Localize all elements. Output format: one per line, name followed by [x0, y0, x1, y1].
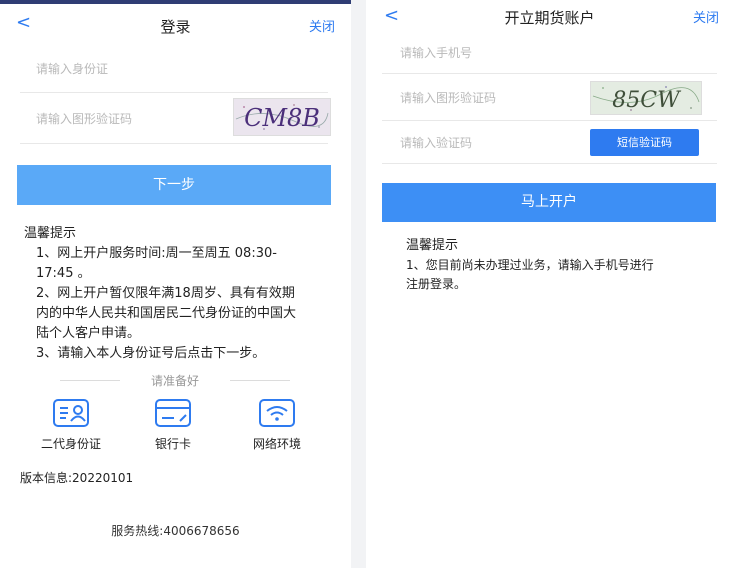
version-info: 版本信息:20220101: [20, 471, 134, 485]
close-button[interactable]: 关闭: [309, 16, 335, 35]
tips-title: 温馨提示: [24, 226, 77, 241]
prepare-divider: 请准备好: [60, 370, 290, 390]
phone-field: [382, 30, 717, 75]
captcha-image[interactable]: 85CW: [590, 81, 702, 115]
prepare-item-id-card: 二代身份证: [31, 397, 111, 452]
captcha-input[interactable]: [398, 74, 592, 122]
captcha-text: 85CW: [612, 88, 682, 113]
tips-line: 3、请输入本人身份证号后点击下一步。: [36, 346, 266, 361]
open-account-panel: < 开立期货账户 关闭 85CW 短信验证码 马上开户 温馨提示 1、您目前尚未…: [366, 0, 733, 568]
bank-card-icon: [153, 397, 193, 429]
open-account-button[interactable]: 马上开户: [382, 183, 716, 222]
phone-input[interactable]: [398, 30, 652, 75]
sms-code-input[interactable]: [398, 121, 582, 165]
tips-line: 内的中华人民共和国居民二代身份证的中国大: [36, 306, 297, 321]
captcha-input[interactable]: [34, 93, 228, 145]
tips-body: 1、您目前尚未办理过业务，请输入手机号进行 注册登录。: [406, 256, 706, 294]
tips-line: 1、网上开户服务时间:周一至周五 08:30-: [36, 246, 277, 261]
tips-section: 温馨提示 1、网上开户服务时间:周一至周五 08:30- 17:45 。 2、网…: [24, 224, 334, 364]
id-card-input[interactable]: [34, 44, 288, 94]
id-card-field: [20, 44, 328, 94]
tips-line: 1、您目前尚未办理过业务，请输入手机号进行: [406, 258, 654, 272]
tips-title: 温馨提示: [406, 238, 459, 253]
tips-line: 注册登录。: [406, 277, 467, 291]
next-step-button[interactable]: 下一步: [17, 165, 331, 205]
panel-divider: [351, 0, 366, 568]
page-title: 登录: [160, 18, 191, 36]
captcha-noise-icon: 85CW: [591, 82, 701, 114]
prepare-item-network: 网络环境: [237, 397, 317, 452]
wifi-icon: [257, 397, 297, 429]
prepare-item-label: 网络环境: [252, 437, 301, 451]
login-panel: < 登录 关闭 CM8B 下一步 温馨提示 1、网上开户服务时间:周一至周五 0…: [0, 0, 351, 568]
divider-line: [230, 380, 290, 381]
id-card-icon: [51, 397, 91, 429]
sms-code-button[interactable]: 短信验证码: [590, 129, 699, 156]
login-header: < 登录 关闭: [0, 4, 351, 44]
captcha-text: CM8B: [244, 104, 320, 132]
prepare-item-label: 二代身份证: [40, 437, 101, 451]
captcha-image[interactable]: CM8B: [233, 98, 331, 136]
prepare-item-label: 银行卡: [154, 437, 191, 451]
captcha-noise-icon: CM8B: [234, 99, 330, 135]
tips-line: 17:45 。: [36, 266, 91, 281]
close-button[interactable]: 关闭: [693, 7, 719, 26]
tips-line: 陆个人客户申请。: [36, 326, 141, 341]
tips-line: 2、网上开户暂仅限年满18周岁、具有有效期: [36, 286, 295, 301]
prepare-item-bank-card: 银行卡: [133, 397, 213, 452]
service-hotline[interactable]: 服务热线:4006678656: [0, 522, 351, 539]
tips-body: 1、网上开户服务时间:周一至周五 08:30- 17:45 。 2、网上开户暂仅…: [24, 244, 334, 364]
page-title: 开立期货账户: [504, 9, 595, 27]
tips-section: 温馨提示 1、您目前尚未办理过业务，请输入手机号进行 注册登录。: [406, 236, 706, 294]
